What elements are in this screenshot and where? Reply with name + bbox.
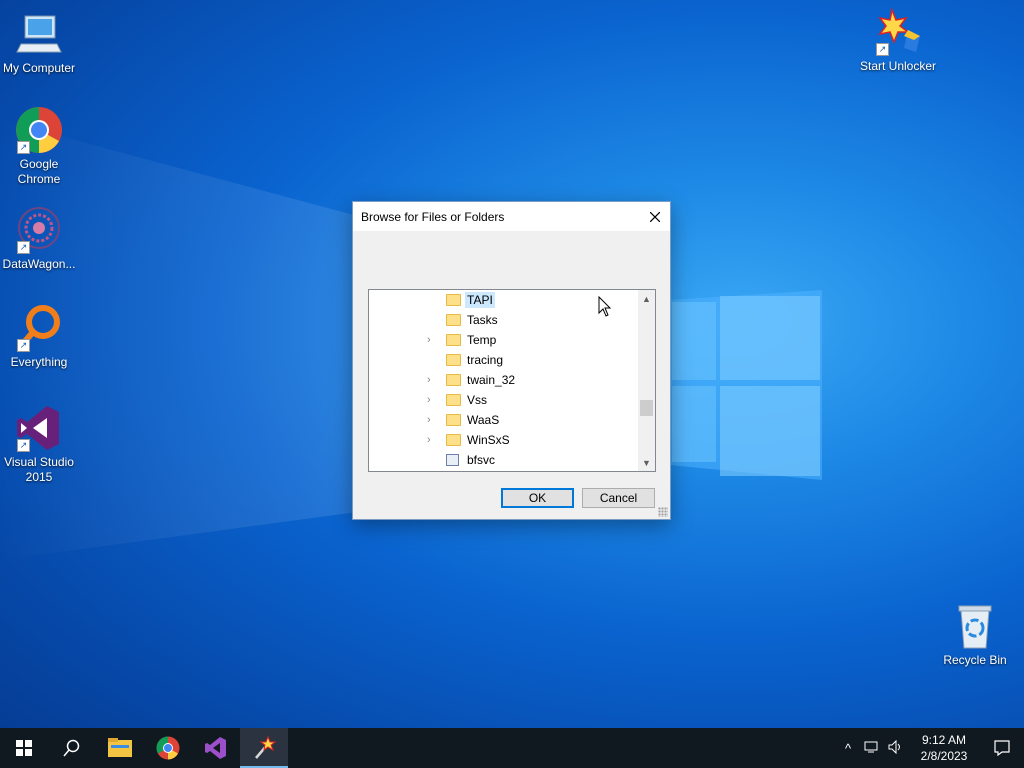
desktop-icon-label: Recycle Bin [943,653,1007,667]
search-icon [63,739,80,757]
tree-item-label: tracing [467,353,504,367]
datawagon-icon: ↗ [15,206,63,254]
tree-item[interactable]: › Vss [369,390,639,410]
dialog-titlebar[interactable]: Browse for Files or Folders [353,202,670,231]
desktop-icon-label: Google Chrome [17,157,61,186]
network-icon[interactable] [860,740,884,757]
folder-icon [446,294,461,306]
folder-icon [446,314,461,326]
tree-item-label: Vss [467,393,488,407]
shortcut-arrow-icon: ↗ [17,241,30,254]
expand-chevron-icon[interactable]: › [427,414,437,426]
desktop-icon-start-unlocker[interactable]: ↗ Start Unlocker [858,7,938,74]
scroll-thumb[interactable] [640,400,653,416]
folder-icon [446,334,461,346]
resize-grip[interactable] [658,507,668,517]
desktop-icon-google-chrome[interactable]: ↗ Google Chrome [0,106,78,187]
close-icon [650,211,660,222]
tree-item[interactable]: tracing [369,350,639,370]
taskbar-chrome[interactable] [144,728,192,768]
desktop-icon-everything[interactable]: ↗ Everything [0,304,78,370]
scroll-up-icon[interactable]: ▲ [638,290,655,307]
tree-item-label: WinSxS [467,433,510,447]
clock-date: 2/8/2023 [920,749,968,763]
recycle-bin-icon [951,602,999,650]
notification-icon [994,740,1010,756]
file-icon [446,454,459,466]
action-center-button[interactable] [980,740,1024,756]
tree-scrollbar[interactable]: ▲ ▼ [638,290,655,471]
windows-logo-icon [16,740,32,756]
folder-icon [446,434,461,446]
tree-item-label: twain_32 [467,373,516,387]
ok-button[interactable]: OK [501,488,574,508]
shortcut-arrow-icon: ↗ [17,339,30,352]
shortcut-arrow-icon: ↗ [17,439,30,452]
file-explorer-icon [108,738,132,757]
desktop-icon-my-computer[interactable]: My Computer [0,10,78,76]
expand-chevron-icon[interactable]: › [427,374,437,386]
start-unlocker-icon [255,736,276,759]
expand-chevron-icon[interactable]: › [427,334,437,346]
taskbar-start-unlocker[interactable] [240,728,288,768]
folder-icon [446,374,461,386]
clock[interactable]: 9:12 AM 2/8/2023 [908,732,980,764]
shortcut-arrow-icon: ↗ [17,141,30,154]
desktop-icon-recycle-bin[interactable]: Recycle Bin [936,602,1014,668]
taskbar-visual-studio[interactable] [192,728,240,768]
tree-item-label: WaaS [467,413,500,427]
tree-item-label: TAPI [465,292,495,308]
chrome-icon: ↗ [15,106,63,154]
chrome-icon [156,736,180,760]
folder-tree[interactable]: TAPI Tasks › Temp tracing › twain_32 › Vss › WaaS ›… [368,289,656,472]
start-button[interactable] [0,728,48,768]
tree-item-label: Temp [467,333,497,347]
show-hidden-icons-chevron-up-icon[interactable]: ^ [836,741,860,756]
volume-icon[interactable] [884,739,908,757]
tree-item-label: Tasks [467,313,498,327]
tree-item[interactable]: › WaaS [369,410,639,430]
visual-studio-icon: ↗ [15,404,63,452]
folder-icon [446,354,461,366]
desktop-icon-datawagon[interactable]: ↗ DataWagon... [0,206,78,272]
tree-item-label: bfsvc [467,453,496,467]
desktop-icon-visual-studio[interactable]: ↗ Visual Studio 2015 [0,404,78,485]
desktop-icon-label: Start Unlocker [859,59,937,73]
browse-dialog: Browse for Files or Folders TAPI Tasks › Te… [352,201,671,520]
dialog-title: Browse for Files or Folders [361,209,505,224]
tree-item[interactable]: › twain_32 [369,370,639,390]
close-button[interactable] [640,202,670,231]
desktop-icon-label: Everything [10,355,68,369]
desktop-icon-label: My Computer [2,61,76,75]
cancel-button[interactable]: Cancel [582,488,655,508]
taskbar-file-explorer[interactable] [96,728,144,768]
system-tray: ^ 9:12 AM 2/8/2023 [836,728,1024,768]
mouse-cursor-icon [598,296,612,317]
folder-icon [446,414,461,426]
search-button[interactable] [48,728,96,768]
visual-studio-icon [205,737,226,759]
desktop-icon-label: Visual Studio 2015 [4,455,74,484]
tree-item[interactable]: › WinSxS [369,430,639,450]
shortcut-arrow-icon: ↗ [876,43,889,56]
tree-item[interactable]: › Temp [369,330,639,350]
computer-icon [15,10,63,58]
clock-time: 9:12 AM [921,733,967,747]
tree-item[interactable]: bfsvc [369,450,639,470]
expand-chevron-icon[interactable]: › [427,394,437,406]
scroll-down-icon[interactable]: ▼ [638,454,655,471]
start-unlocker-icon: ↗ [874,7,922,56]
everything-search-icon: ↗ [15,304,63,352]
expand-chevron-icon[interactable]: › [427,434,437,446]
taskbar: ^ 9:12 AM 2/8/2023 [0,728,1024,768]
folder-icon [446,394,461,406]
desktop-icon-label: DataWagon... [2,257,76,271]
